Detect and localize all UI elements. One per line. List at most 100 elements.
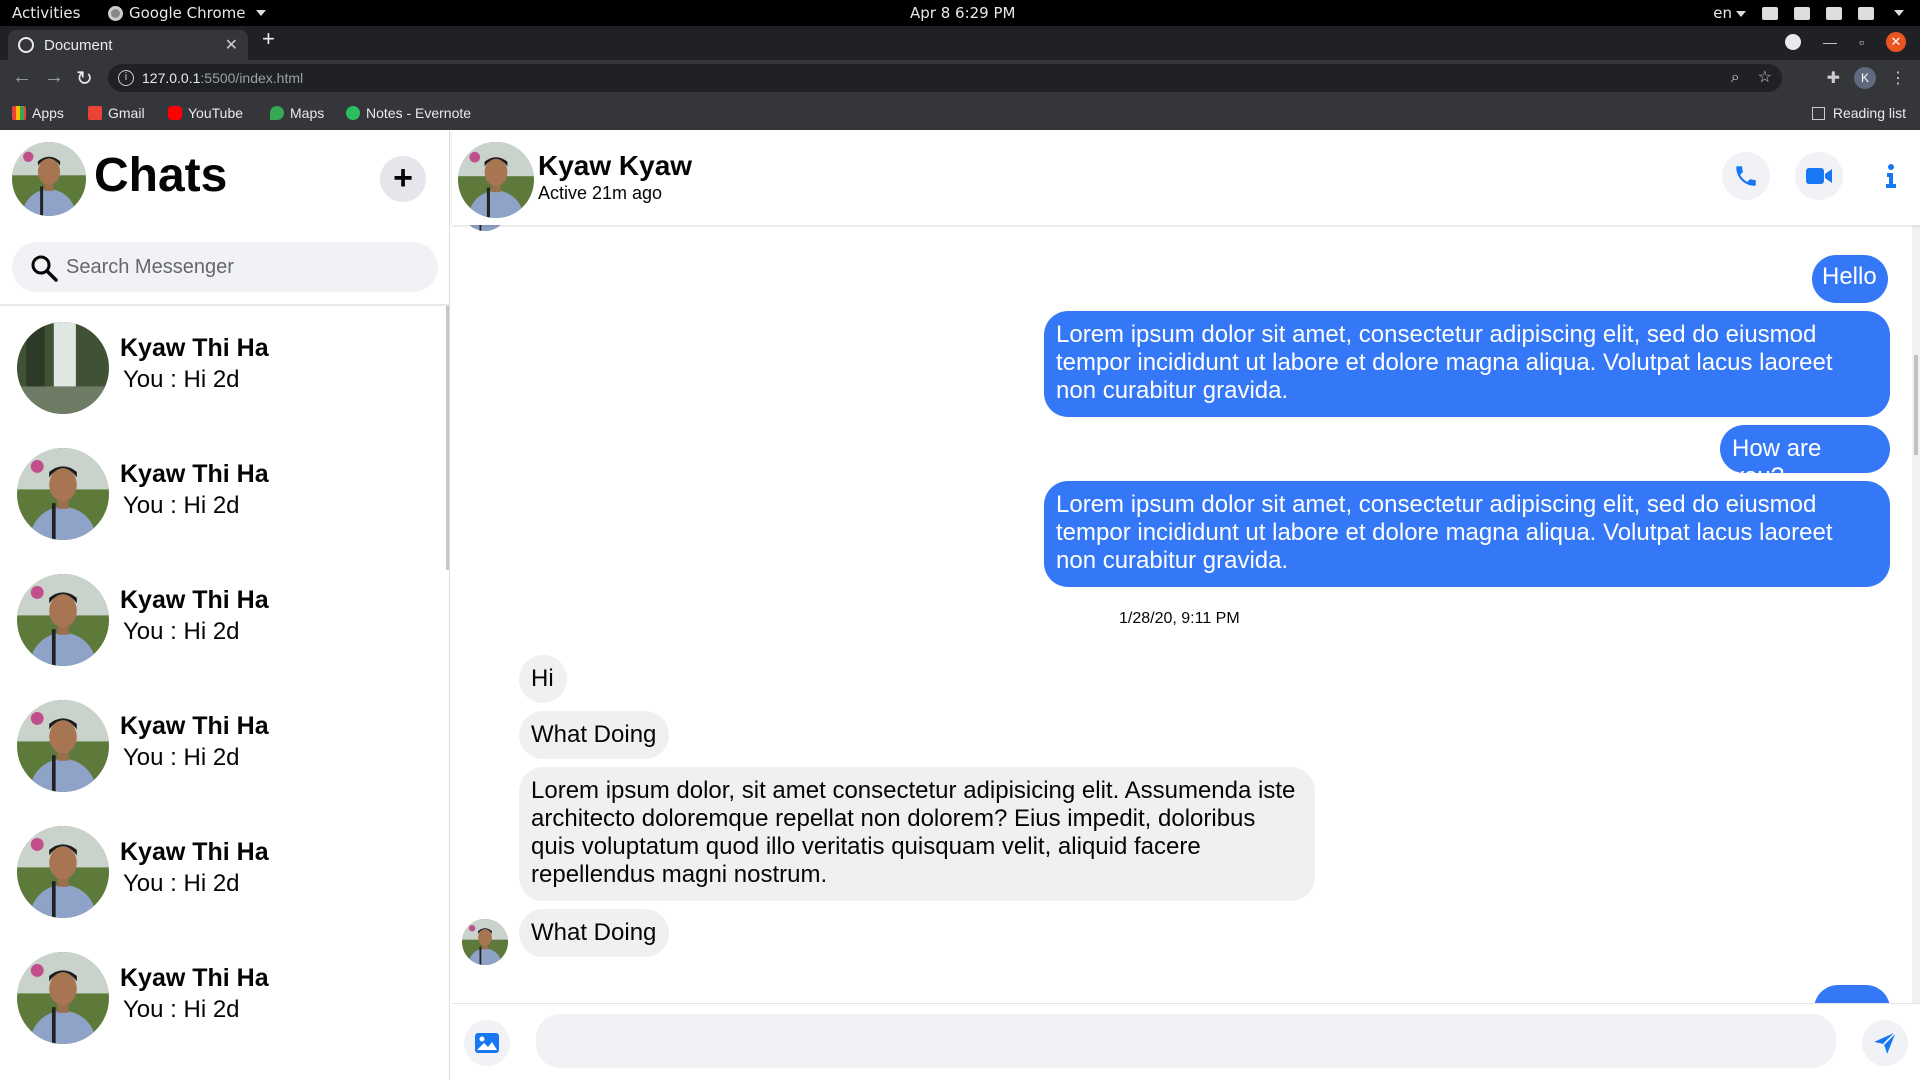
chat-list: Kyaw Thi Ha You : Hi 2d Kyaw Thi Ha You …: [0, 306, 446, 1080]
tab-search-icon[interactable]: [1785, 34, 1802, 50]
incoming-message[interactable]: What Doing: [519, 909, 669, 957]
chat-list-item[interactable]: Kyaw Thi Ha You : Hi 2d: [0, 306, 446, 432]
outgoing-message[interactable]: How are you?: [1720, 425, 1890, 490]
chat-list-item[interactable]: Kyaw Thi Ha You : Hi 2d: [0, 432, 446, 558]
last-message-preview: You : Hi 2d: [123, 744, 240, 771]
contact-name: Kyaw Thi Ha: [120, 712, 269, 740]
bookmark-maps[interactable]: Maps: [270, 105, 324, 121]
chat-list-item[interactable]: Kyaw Thi Ha You : Hi 2d: [0, 684, 446, 810]
outgoing-message[interactable]: Lorem ipsum dolor sit amet, consectetur …: [1044, 311, 1890, 417]
peer-avatar[interactable]: [458, 142, 534, 218]
sender-avatar: [462, 919, 508, 965]
bookmark-star-icon[interactable]: ☆: [1758, 64, 1772, 92]
bookmark-label: Gmail: [108, 105, 145, 121]
reload-button[interactable]: ↻: [76, 66, 93, 91]
new-tab-button[interactable]: +: [262, 26, 275, 52]
restore-button[interactable]: ▫: [1859, 34, 1864, 50]
chat-list-item[interactable]: Kyaw Thi Ha You : Hi 2d: [0, 558, 446, 684]
activities-button[interactable]: Activities: [12, 4, 80, 22]
chat-list-item[interactable]: Kyaw Thi Ha You : Hi 2d: [0, 810, 446, 936]
last-message-preview: You : Hi 2d: [123, 618, 240, 645]
incoming-message[interactable]: What Doing: [519, 711, 669, 759]
contact-avatar: [17, 700, 109, 792]
new-chat-button[interactable]: +: [380, 156, 426, 202]
contact-avatar: [17, 952, 109, 1044]
close-tab-icon[interactable]: ✕: [225, 35, 238, 55]
volume-icon: [1826, 6, 1842, 20]
peer-name[interactable]: Kyaw Kyaw: [538, 150, 692, 182]
message-scrollbar[interactable]: [1912, 225, 1920, 1003]
globe-icon: [18, 37, 34, 53]
page-viewport: Chats + Kyaw Thi Ha You : Hi 2d Kyaw Thi…: [0, 130, 1920, 1080]
language-indicator[interactable]: en: [1713, 4, 1746, 22]
apps-grid-icon: [12, 106, 26, 120]
last-message-preview: You : Hi 2d: [123, 492, 240, 519]
bookmark-gmail[interactable]: Gmail: [88, 105, 145, 121]
call-button[interactable]: [1722, 152, 1770, 200]
browser-tab[interactable]: Document ✕: [8, 30, 248, 60]
outgoing-message-partial[interactable]: [1814, 985, 1890, 1003]
sidebar-scrollbar[interactable]: [446, 306, 449, 570]
scrollbar-thumb[interactable]: [1914, 355, 1918, 455]
close-window-button[interactable]: ✕: [1886, 32, 1906, 52]
bookmarks-bar: Apps Gmail YouTube Maps Notes - Evernote…: [0, 96, 1920, 130]
bookmark-apps[interactable]: Apps: [12, 105, 64, 121]
send-icon: [1874, 1031, 1897, 1054]
back-button[interactable]: ←: [12, 66, 32, 89]
tab-title: Document: [44, 36, 113, 54]
send-button[interactable]: [1862, 1020, 1908, 1066]
reading-list-icon: [1811, 106, 1825, 120]
sidebar-header: Chats +: [0, 130, 449, 306]
info-icon: [1886, 164, 1896, 188]
info-button[interactable]: [1867, 152, 1915, 200]
incoming-message[interactable]: Lorem ipsum dolor, sit amet consectetur …: [519, 767, 1315, 901]
my-avatar[interactable]: [12, 142, 86, 216]
menu-icon[interactable]: ⋮: [1890, 68, 1906, 88]
zoom-icon[interactable]: ⌕: [1731, 64, 1740, 92]
incoming-message[interactable]: Hi: [519, 655, 567, 703]
attach-image-button[interactable]: [464, 1020, 510, 1066]
bookmark-label: Maps: [290, 105, 325, 121]
video-call-button[interactable]: [1795, 152, 1843, 200]
profile-avatar[interactable]: K: [1854, 67, 1876, 89]
contact-avatar: [17, 826, 109, 918]
extensions-icon[interactable]: ✚: [1827, 68, 1840, 88]
wifi-icon: [1762, 6, 1778, 20]
contact-name: Kyaw Thi Ha: [120, 334, 269, 362]
system-tray[interactable]: en: [1713, 4, 1904, 22]
window-controls: — ▫ ✕: [1785, 32, 1906, 52]
url-host: 127.0.0.1: [142, 70, 201, 86]
image-icon: [475, 1033, 499, 1053]
toolbar-actions: ✚ K ⋮: [1827, 67, 1906, 89]
bookmark-evernote[interactable]: Notes - Evernote: [346, 105, 471, 121]
forward-button[interactable]: →: [44, 66, 64, 89]
message-list: Hello Lorem ipsum dolor sit amet, consec…: [452, 225, 1920, 1003]
peer-status: Active 21m ago: [538, 183, 663, 203]
bookmark-youtube[interactable]: YouTube: [168, 105, 243, 121]
search-input[interactable]: [66, 242, 426, 292]
address-bar[interactable]: i 127.0.0.1:5500/index.html ⌕ ☆: [108, 64, 1782, 92]
bookmark-label: Apps: [32, 105, 64, 121]
bookmark-label: Notes - Evernote: [366, 105, 472, 121]
search-bar: [12, 242, 438, 292]
vpn-icon: [1794, 6, 1810, 20]
chat-sidebar: Chats + Kyaw Thi Ha You : Hi 2d Kyaw Thi…: [0, 130, 450, 1080]
outgoing-message[interactable]: Hello: [1812, 255, 1888, 303]
minimize-button[interactable]: —: [1823, 34, 1837, 50]
site-info-icon[interactable]: i: [118, 70, 134, 86]
contact-avatar: [17, 322, 109, 414]
message-timestamp: 1/28/20, 9:11 PM: [1119, 610, 1240, 627]
message-input[interactable]: [536, 1014, 1836, 1068]
sender-avatar: [462, 225, 508, 231]
browser-toolbar: ← → ↻ i 127.0.0.1:5500/index.html ⌕ ☆ ✚ …: [0, 60, 1920, 96]
chat-list-item[interactable]: Kyaw Thi Ha You : Hi 2d: [0, 936, 446, 1062]
clock[interactable]: Apr 8 6:29 PM: [910, 4, 1015, 22]
outgoing-message[interactable]: Lorem ipsum dolor sit amet, consectetur …: [1044, 481, 1890, 587]
url-path: :5500/index.html: [200, 70, 304, 86]
reading-list-button[interactable]: Reading list: [1811, 105, 1906, 121]
app-menu[interactable]: Google Chrome: [108, 4, 266, 22]
bookmark-label: YouTube: [188, 105, 244, 121]
app-name: Google Chrome: [129, 4, 246, 22]
os-top-bar: Activities Google Chrome Apr 8 6:29 PM e…: [0, 0, 1920, 26]
language-label: en: [1713, 4, 1732, 22]
